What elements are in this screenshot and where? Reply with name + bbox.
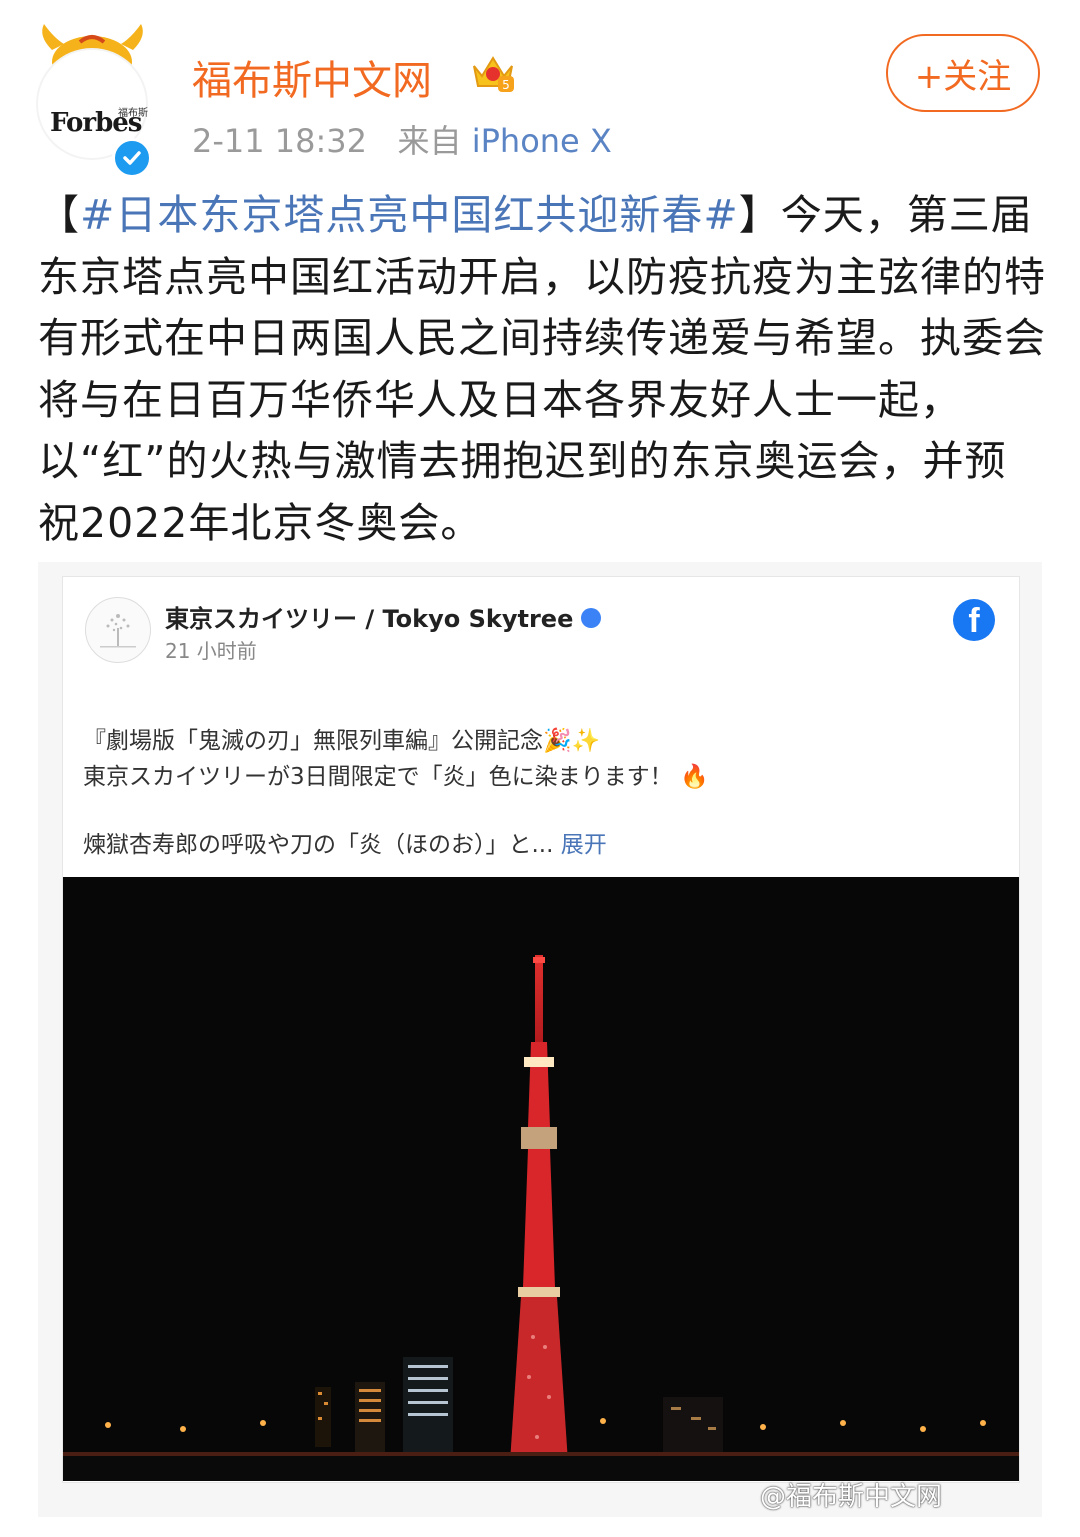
post-time: 21 小时前	[165, 639, 257, 663]
facebook-post-card: 東京スカイツリー / Tokyo Skytree 21 小时前 f 『劇場版「鬼…	[62, 576, 1020, 1483]
verified-icon	[581, 608, 602, 628]
svg-text:5: 5	[502, 78, 510, 92]
post-image[interactable]: 東京スカイツリー / Tokyo Skytree 21 小时前 f 『劇場版「鬼…	[38, 562, 1042, 1517]
embed-line-2: 東京スカイツリーが3日間限定で「炎」色に染まります！ 🔥	[83, 764, 709, 790]
embed-line-3: 煉獄杏寿郎の呼吸や刀の「炎（ほのお）」と... 展开	[83, 825, 607, 859]
bracket-open: 【	[38, 191, 80, 239]
username[interactable]: 福布斯中文网	[192, 48, 432, 106]
avatar-brand: Forbes	[50, 108, 142, 138]
skytree-night-photo	[63, 877, 1019, 1481]
timestamp: 2-11 18:32	[192, 122, 368, 160]
follow-button[interactable]: +关注	[886, 34, 1040, 112]
post-text: 【#日本东京塔点亮中国红共迎新春#】今天，第三届东京塔点亮中国红活动开启，以防疫…	[38, 185, 1048, 554]
skytree-avatar	[85, 597, 151, 663]
hashtag-link[interactable]: #日本东京塔点亮中国红共迎新春#	[80, 191, 739, 239]
vip-crown-icon: 5	[473, 56, 514, 92]
weibo-watermark: @福布斯中文网	[760, 1482, 943, 1512]
account-name[interactable]: 東京スカイツリー / Tokyo Skytree	[165, 599, 602, 634]
skytree-logo-icon	[100, 614, 136, 648]
verified-badge-icon	[112, 138, 152, 178]
facebook-icon: f	[953, 599, 995, 641]
source-prefix: 来自	[397, 122, 462, 160]
skytree-illustration	[63, 877, 1019, 1481]
embed-line-1: 『劇場版「鬼滅の刃」無限列車編』公開記念🎉✨	[83, 728, 601, 754]
embed-line-3-text: 煉獄杏寿郎の呼吸や刀の「炎（ほのお）」と...	[83, 832, 554, 858]
post-meta: 2-11 18:32 来自 iPhone X	[192, 116, 612, 162]
avatar[interactable]: 福布斯 Forbes	[30, 20, 155, 178]
source-device[interactable]: iPhone X	[472, 122, 612, 160]
bracket-close: 】	[738, 191, 781, 239]
post-body: 今天，第三届东京塔点亮中国红活动开启，以防疫抗疫为主弦律的特有形式在中日两国人民…	[38, 191, 1046, 547]
account-name-text: 東京スカイツリー / Tokyo Skytree	[165, 605, 574, 633]
expand-link[interactable]: 展开	[561, 832, 607, 858]
